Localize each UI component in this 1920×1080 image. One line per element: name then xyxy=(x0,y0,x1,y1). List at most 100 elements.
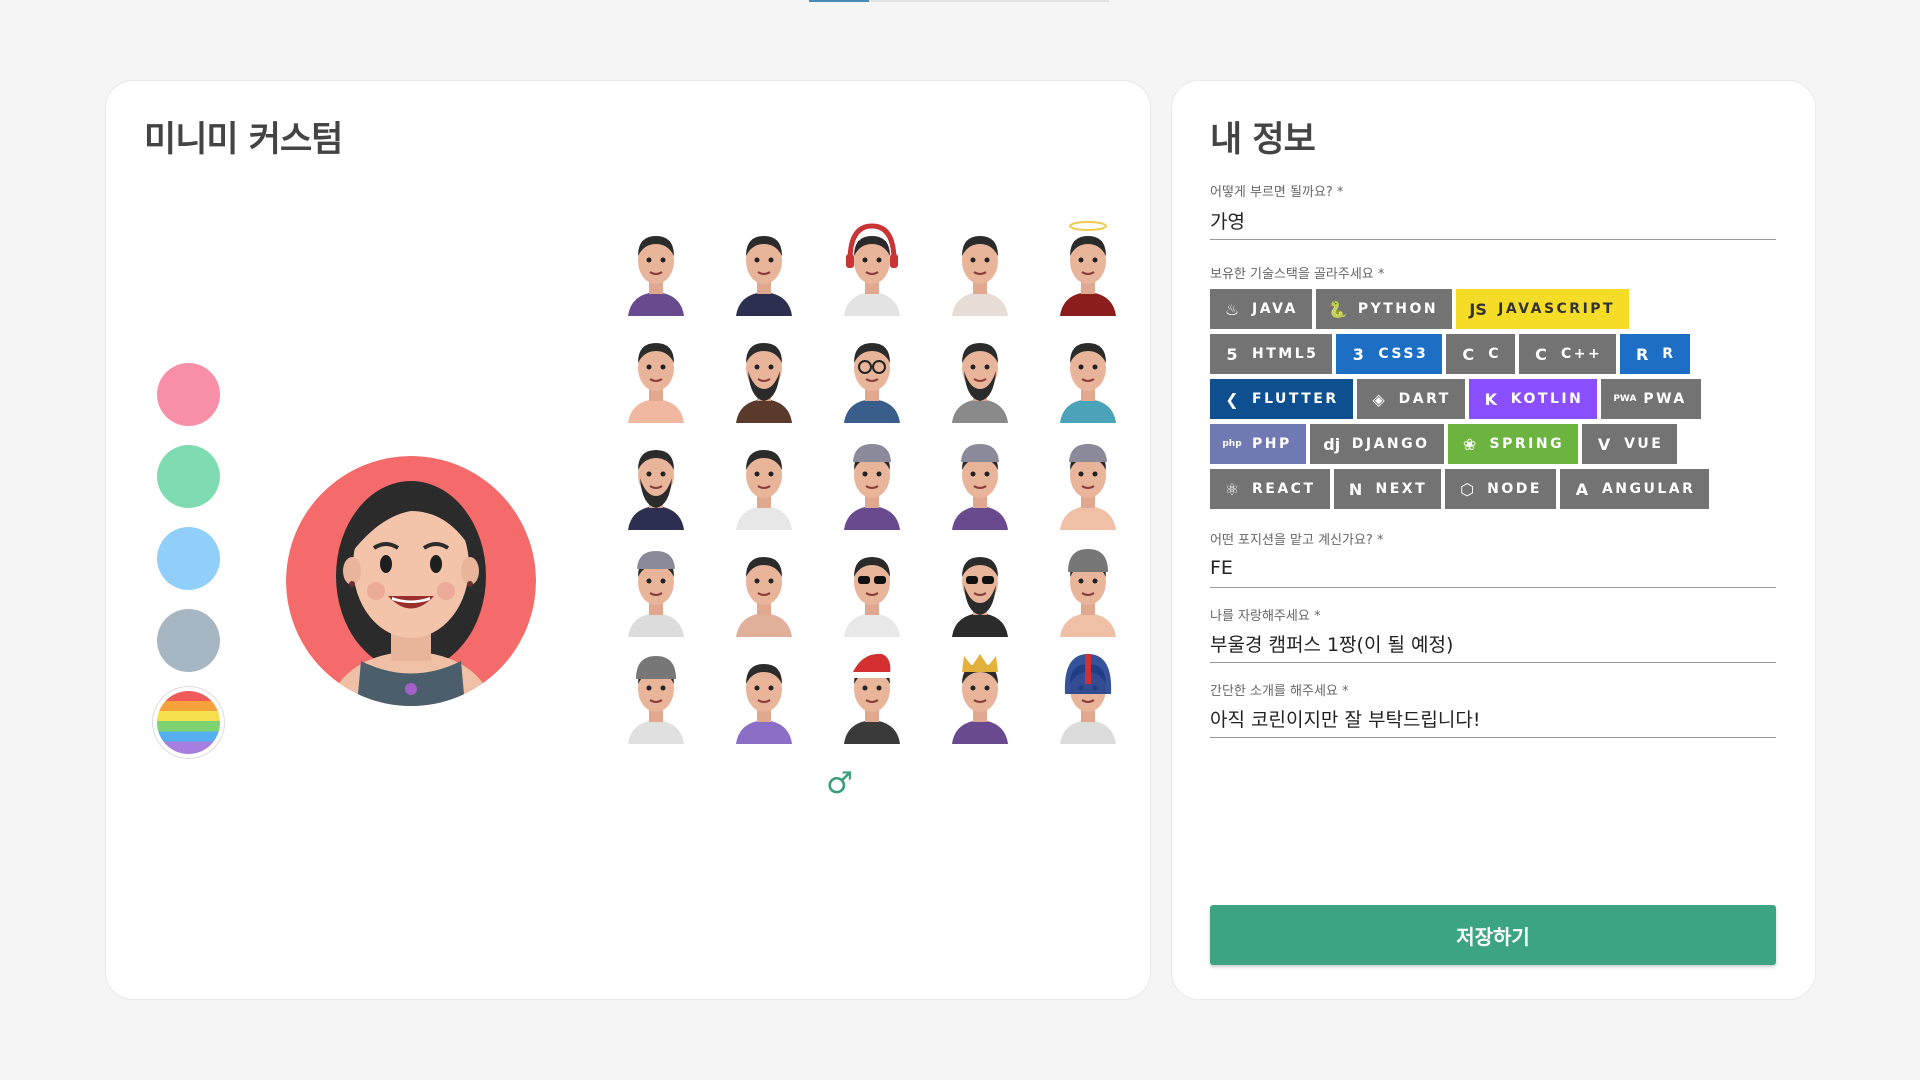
color-swatch-pink[interactable] xyxy=(157,363,220,426)
react-icon: ⚛ xyxy=(1224,479,1240,499)
angular-icon: A xyxy=(1575,479,1589,499)
avatar-option[interactable] xyxy=(1038,323,1138,423)
avatar-option[interactable] xyxy=(822,644,922,744)
avatar-option[interactable] xyxy=(606,323,706,423)
name-label: 어떻게 부르면 될까요? * xyxy=(1210,185,1344,200)
selected-avatar-preview xyxy=(286,456,536,706)
stack-chip-react[interactable]: ⚛ REACT xyxy=(1210,469,1330,509)
avatar-option[interactable] xyxy=(822,216,922,316)
node-icon: ⬡ xyxy=(1460,479,1475,499)
stack-chip-label: KOTLIN xyxy=(1510,391,1584,407)
stack-chip-label: FLUTTER xyxy=(1252,391,1339,407)
position-label: 어떤 포지션을 맡고 계신가요? * xyxy=(1210,533,1384,548)
stack-chip-label: PYTHON xyxy=(1357,301,1439,317)
avatar-option[interactable] xyxy=(714,537,814,637)
color-swatch-gray[interactable] xyxy=(157,609,220,672)
tech-stack-selector: ♨ JAVA 🐍 PYTHON JS JAVASCRIPT 5 HTML5 3 CSS3 C C C C+… xyxy=(1210,289,1790,514)
male-gender-icon[interactable]: ♂ xyxy=(826,766,853,801)
next-icon: N xyxy=(1348,479,1363,499)
stack-chip-label: PHP xyxy=(1252,436,1292,452)
java-icon: ♨ xyxy=(1224,299,1240,319)
minimi-custom-title: 미니미 커스텀 xyxy=(144,120,343,160)
stack-chip-flutter[interactable]: ❮ FLUTTER xyxy=(1210,379,1353,419)
dart-icon: ◈ xyxy=(1372,389,1385,409)
kotlin-icon: K xyxy=(1484,389,1497,409)
avatar-option[interactable] xyxy=(822,537,922,637)
avatar-option[interactable] xyxy=(1038,216,1138,316)
stack-chip-java[interactable]: ♨ JAVA xyxy=(1210,289,1312,329)
stack-chip-label: CSS3 xyxy=(1378,346,1429,362)
avatar-option[interactable] xyxy=(1038,644,1138,744)
color-swatch-green[interactable] xyxy=(157,445,220,508)
stack-chip-c[interactable]: CC xyxy=(1446,334,1515,374)
avatar-option[interactable] xyxy=(822,430,922,530)
avatar-option[interactable] xyxy=(930,323,1030,423)
stack-row: 5 HTML5 3 CSS3 C C C C++ R R xyxy=(1210,334,1790,374)
stack-chip-angular[interactable]: A ANGULAR xyxy=(1559,469,1710,509)
avatar-option[interactable] xyxy=(822,323,922,423)
avatar-option[interactable] xyxy=(714,323,814,423)
color-swatch-blue[interactable] xyxy=(157,527,220,590)
avatar-option[interactable] xyxy=(714,216,814,316)
color-swatch-rainbow[interactable] xyxy=(157,691,220,754)
stack-chip-cplusplus[interactable]: C C++ xyxy=(1518,334,1617,374)
position-input[interactable] xyxy=(1210,553,1776,588)
pride-label: 나를 자랑해주세요 * xyxy=(1210,609,1321,624)
stack-chip-label: C xyxy=(1488,346,1501,362)
stack-row: php PHP dj DJANGO ❀ SPRING V VUE xyxy=(1210,424,1790,464)
django-icon: dj xyxy=(1323,434,1341,454)
avatar-option[interactable] xyxy=(1038,537,1138,637)
stack-chip-pwa[interactable]: PWA PWA xyxy=(1601,379,1701,419)
stack-chip-label: NODE xyxy=(1487,481,1542,497)
spring-icon: ❀ xyxy=(1462,434,1477,454)
intro-input[interactable] xyxy=(1210,703,1776,738)
avatar-option[interactable] xyxy=(930,430,1030,530)
avatar-option[interactable] xyxy=(606,537,706,637)
avatar-option[interactable] xyxy=(606,430,706,530)
stack-chip-javascript[interactable]: JS JAVASCRIPT xyxy=(1456,289,1630,329)
javascript-icon: JS xyxy=(1469,299,1487,319)
stack-chip-node[interactable]: ⬡ NODE xyxy=(1445,469,1556,509)
my-info-card: 내 정보 어떻게 부르면 될까요? * 보유한 기술스택을 골라주세요 * ♨ J… xyxy=(1171,80,1816,1000)
stack-label: 보유한 기술스택을 골라주세요 * xyxy=(1210,267,1385,282)
stack-chip-php[interactable]: php PHP xyxy=(1210,424,1306,464)
stack-chip-vue[interactable]: V VUE xyxy=(1582,424,1678,464)
html5-icon: 5 xyxy=(1226,344,1238,364)
stack-chip-dart[interactable]: ◈ DART xyxy=(1356,379,1465,419)
stack-chip-next[interactable]: N NEXT xyxy=(1333,469,1442,509)
stack-chip-label: PWA xyxy=(1643,391,1687,407)
cplusplus-icon: C xyxy=(1535,344,1547,364)
python-icon: 🐍 xyxy=(1327,299,1348,319)
stack-chip-label: R xyxy=(1662,346,1676,362)
avatar-option[interactable] xyxy=(714,644,814,744)
r-icon: R xyxy=(1636,344,1649,364)
save-button[interactable]: 저장하기 xyxy=(1210,905,1776,965)
stack-chip-spring[interactable]: ❀ SPRING xyxy=(1447,424,1579,464)
pride-input[interactable] xyxy=(1210,628,1776,663)
stack-chip-label: JAVA xyxy=(1252,301,1298,317)
avatar-option[interactable] xyxy=(930,216,1030,316)
stack-chip-label: NEXT xyxy=(1375,481,1428,497)
stack-chip-html5[interactable]: 5 HTML5 xyxy=(1210,334,1333,374)
c-icon: C xyxy=(1462,344,1475,364)
css3-icon: 3 xyxy=(1352,344,1364,364)
avatar-option[interactable] xyxy=(930,537,1030,637)
stack-chip-label: DART xyxy=(1398,391,1451,407)
intro-label: 간단한 소개를 해주세요 * xyxy=(1210,684,1349,699)
avatar-option[interactable] xyxy=(714,430,814,530)
avatar-option[interactable] xyxy=(930,644,1030,744)
stack-chip-label: REACT xyxy=(1252,481,1316,497)
name-input[interactable] xyxy=(1210,205,1776,240)
php-icon: php xyxy=(1222,439,1242,449)
avatar-option[interactable] xyxy=(606,644,706,744)
avatar-option[interactable] xyxy=(606,216,706,316)
stack-chip-label: JAVASCRIPT xyxy=(1498,301,1616,317)
stack-chip-css3[interactable]: 3 CSS3 xyxy=(1336,334,1443,374)
stack-row: ⚛ REACT N NEXT ⬡ NODE A ANGULAR xyxy=(1210,469,1790,509)
stack-chip-python[interactable]: 🐍 PYTHON xyxy=(1315,289,1453,329)
stack-chip-kotlin[interactable]: K KOTLIN xyxy=(1468,379,1598,419)
stack-row: ♨ JAVA 🐍 PYTHON JS JAVASCRIPT xyxy=(1210,289,1790,329)
stack-chip-django[interactable]: dj DJANGO xyxy=(1309,424,1444,464)
avatar-option[interactable] xyxy=(1038,430,1138,530)
stack-chip-r[interactable]: RR xyxy=(1620,334,1690,374)
